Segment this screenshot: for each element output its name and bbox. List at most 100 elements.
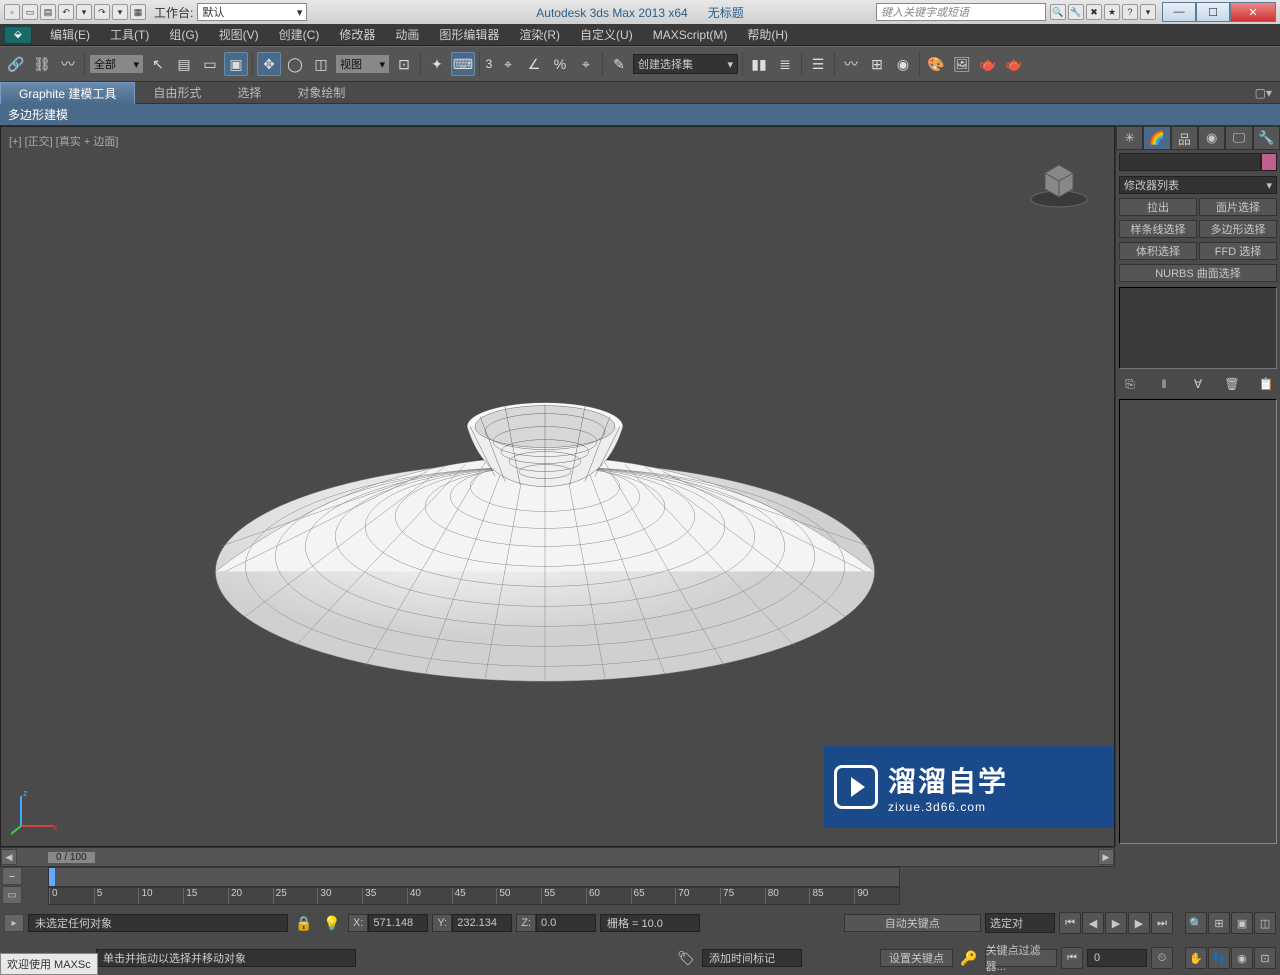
menu-customize[interactable]: 自定义(U) xyxy=(570,26,643,43)
window-crossing-icon[interactable]: ▣ xyxy=(224,52,248,76)
link-tool-icon[interactable]: 🔗 xyxy=(4,52,28,76)
menu-animation[interactable]: 动画 xyxy=(385,26,429,43)
goto-end-icon[interactable]: ⏭ xyxy=(1151,912,1173,934)
bind-spacewarp-icon[interactable]: 〰 xyxy=(56,52,80,76)
open-icon[interactable]: ▭ xyxy=(22,4,38,20)
ribbon-panel-polymodel[interactable]: 多边形建模 xyxy=(0,104,1280,126)
refcoord-dropdown[interactable]: 视图▾ xyxy=(335,54,390,74)
named-selection-dropdown[interactable]: 创建选择集▾ xyxy=(633,54,738,74)
menu-views[interactable]: 视图(V) xyxy=(209,26,269,43)
snap-percent-icon[interactable]: % xyxy=(548,52,572,76)
configure-sets-icon[interactable]: 📋 xyxy=(1258,376,1274,392)
undo-dd-icon[interactable]: ▾ xyxy=(76,4,92,20)
scroll-left-icon[interactable]: ◀ xyxy=(1,849,17,865)
nav-orbit-icon[interactable]: ◉ xyxy=(1231,947,1253,969)
set-key-icon[interactable]: ⎯ xyxy=(2,867,22,885)
coord-z-field[interactable]: 0.0 xyxy=(536,914,596,932)
rollout-area[interactable] xyxy=(1119,399,1277,844)
menu-maxscript[interactable]: MAXScript(M) xyxy=(643,28,738,42)
next-frame-icon[interactable]: ▶ xyxy=(1128,912,1150,934)
redo-dd-icon[interactable]: ▾ xyxy=(112,4,128,20)
unlink-tool-icon[interactable]: ⛓ xyxy=(30,52,54,76)
exchange-icon[interactable]: ✖ xyxy=(1086,4,1102,20)
spinner-snap-icon[interactable]: ⌖ xyxy=(574,52,598,76)
modifier-list-dropdown[interactable]: 修改器列表▾ xyxy=(1119,176,1277,194)
nav-fov-icon[interactable]: ◫ xyxy=(1254,912,1276,934)
curve-editor-icon[interactable]: 〰 xyxy=(839,52,863,76)
workspace-dropdown[interactable]: 默认▾ xyxy=(197,3,307,21)
btn-volume-select[interactable]: 体积选择 xyxy=(1119,242,1197,260)
key-mode-icon[interactable]: ▭ xyxy=(2,886,22,904)
render-iterate-icon[interactable]: 🫖 xyxy=(1002,52,1026,76)
keyfilter-button[interactable]: 关键点过滤器... xyxy=(985,949,1057,967)
nav-pan-icon[interactable]: ✋ xyxy=(1185,947,1207,969)
pin-stack-icon[interactable]: ⎘ xyxy=(1122,376,1138,392)
ribbon-tab-freeform[interactable]: 自由形式 xyxy=(135,82,219,104)
menu-help[interactable]: 帮助(H) xyxy=(737,26,798,43)
minimize-button[interactable]: — xyxy=(1162,2,1196,22)
coord-y-field[interactable]: 232.134 xyxy=(452,914,512,932)
key-icon[interactable]: 🔧 xyxy=(1068,4,1084,20)
infocenter-dd-icon[interactable]: ▾ xyxy=(1140,4,1156,20)
nav-maximize-icon[interactable]: ⊡ xyxy=(1254,947,1276,969)
selection-filter-dropdown[interactable]: 全部▾ xyxy=(89,54,144,74)
nav-walk-icon[interactable]: 👣 xyxy=(1208,947,1230,969)
help-icon[interactable]: ? xyxy=(1122,4,1138,20)
select-object-icon[interactable]: ↖ xyxy=(146,52,170,76)
add-time-tag[interactable]: 添加时间标记 xyxy=(702,949,802,967)
schematic-view-icon[interactable]: ⊞ xyxy=(865,52,889,76)
btn-poly-select[interactable]: 多边形选择 xyxy=(1199,220,1277,238)
goto-start-icon[interactable]: ⏮ xyxy=(1059,912,1081,934)
keyboard-shortcut-icon[interactable]: ⌨ xyxy=(451,52,475,76)
btn-spline-select[interactable]: 样条线选择 xyxy=(1119,220,1197,238)
snap-2d-icon[interactable]: ⌖ xyxy=(496,52,520,76)
ribbon-tab-graphite[interactable]: Graphite 建模工具 xyxy=(0,82,135,104)
nav-zoomext-icon[interactable]: ▣ xyxy=(1231,912,1253,934)
cmd-tab-display[interactable]: 🖵 xyxy=(1225,126,1252,150)
time-tag-icon[interactable]: 🏷 xyxy=(674,946,698,970)
select-by-name-icon[interactable]: ▤ xyxy=(172,52,196,76)
prev-frame-icon[interactable]: ◀ xyxy=(1082,912,1104,934)
close-button[interactable]: ✕ xyxy=(1230,2,1276,22)
ribbon-collapse-icon[interactable]: ▢▾ xyxy=(1247,82,1280,104)
layers-icon[interactable]: ☰ xyxy=(806,52,830,76)
favorite-icon[interactable]: ★ xyxy=(1104,4,1120,20)
selection-lock-icon[interactable]: 🔒 xyxy=(292,911,316,935)
render-setup-icon[interactable]: 🎨 xyxy=(924,52,948,76)
material-editor-icon[interactable]: ◉ xyxy=(891,52,915,76)
object-color-swatch[interactable] xyxy=(1261,153,1277,171)
welcome-tab[interactable]: 欢迎使用 MAXSc xyxy=(0,953,98,975)
selected-dropdown[interactable]: 选定对 xyxy=(985,913,1055,933)
track-bar[interactable] xyxy=(48,867,900,887)
ribbon-tab-select[interactable]: 选择 xyxy=(219,82,279,104)
remove-modifier-icon[interactable]: 🗑 xyxy=(1224,376,1240,392)
coord-x-field[interactable]: 571.148 xyxy=(368,914,428,932)
viewport[interactable]: [+] [正交] [真实 + 边面] xyxy=(0,126,1115,847)
cmd-tab-hierarchy[interactable]: 品 xyxy=(1171,126,1198,150)
nav-zoomall-icon[interactable]: ⊞ xyxy=(1208,912,1230,934)
menu-rendering[interactable]: 渲染(R) xyxy=(509,26,570,43)
time-config-icon[interactable]: ⏲ xyxy=(1151,947,1173,969)
btn-nurbs-select[interactable]: NURBS 曲面选择 xyxy=(1119,264,1277,282)
app-menu-button[interactable]: ⬙ xyxy=(4,26,32,44)
menu-tools[interactable]: 工具(T) xyxy=(100,26,159,43)
time-scrollbar[interactable]: ◀ 0 / 100 ▶ xyxy=(0,847,1115,867)
cmd-tab-motion[interactable]: ◉ xyxy=(1198,126,1225,150)
setkey-button[interactable]: 设置关键点 xyxy=(880,949,952,967)
rendered-frame-icon[interactable]: 🖼 xyxy=(950,52,974,76)
redo-icon[interactable]: ↷ xyxy=(94,4,110,20)
make-unique-icon[interactable]: ∀ xyxy=(1190,376,1206,392)
menu-modifiers[interactable]: 修改器 xyxy=(329,26,385,43)
time-ruler[interactable]: 0 5 10 15 20 25 30 35 40 45 50 55 60 65 … xyxy=(48,887,900,905)
cmd-tab-modify[interactable]: 🌈 xyxy=(1143,126,1170,150)
select-manipulate-icon[interactable]: ✦ xyxy=(425,52,449,76)
scroll-right-icon[interactable]: ▶ xyxy=(1098,849,1114,865)
btn-ffd-select[interactable]: FFD 选择 xyxy=(1199,242,1277,260)
cmd-tab-create[interactable]: ✳ xyxy=(1116,126,1143,150)
scale-tool-icon[interactable]: ◫ xyxy=(309,52,333,76)
key-big-icon[interactable]: 🔑 xyxy=(957,946,981,970)
maximize-button[interactable]: ☐ xyxy=(1196,2,1230,22)
menu-create[interactable]: 创建(C) xyxy=(269,26,330,43)
mirror-icon[interactable]: ▮▮ xyxy=(747,52,771,76)
link-icon[interactable]: ▦ xyxy=(130,4,146,20)
